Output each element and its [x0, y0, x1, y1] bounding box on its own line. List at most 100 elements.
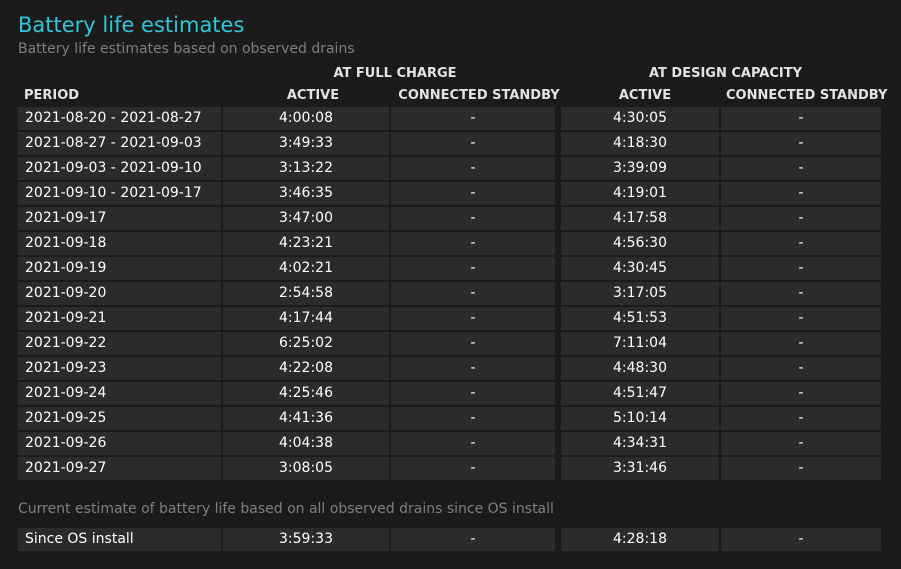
column-divider	[557, 307, 559, 330]
column-divider	[557, 257, 559, 280]
column-divider	[557, 132, 559, 155]
fc-active-cell: 3:49:33	[223, 132, 389, 155]
column-divider	[557, 432, 559, 455]
period-cell: 2021-09-26	[18, 432, 221, 455]
dc-standby-cell: -	[721, 182, 881, 205]
dc-active-cell: 7:11:04	[561, 332, 719, 355]
dc-standby-cell: -	[721, 282, 881, 305]
dc-standby-cell: -	[721, 307, 881, 330]
dc-standby-cell: -	[721, 528, 881, 551]
fc-active-cell: 3:59:33	[223, 528, 389, 551]
fc-standby-cell: -	[391, 207, 555, 230]
period-cell: 2021-09-21	[18, 307, 221, 330]
period-cell: 2021-09-03 - 2021-09-10	[18, 157, 221, 180]
fc-standby-cell: -	[391, 307, 555, 330]
fc-active-cell: 3:46:35	[223, 182, 389, 205]
table-row: 2021-08-27 - 2021-09-03 3:49:33-4:18:30-	[18, 132, 881, 155]
dc-active-cell: 3:39:09	[561, 157, 719, 180]
column-divider	[557, 528, 559, 551]
dc-standby-cell: -	[721, 207, 881, 230]
dc-active-cell: 4:51:53	[561, 307, 719, 330]
period-cell: 2021-08-20 - 2021-08-27	[18, 107, 221, 130]
table-row: 2021-09-24 4:25:46-4:51:47-	[18, 382, 881, 405]
table-row: 2021-09-10 - 2021-09-17 3:46:35-4:19:01-	[18, 182, 881, 205]
dc-standby-cell: -	[721, 257, 881, 280]
dc-standby-cell: -	[721, 232, 881, 255]
column-header-dc-active: ACTIVE	[618, 88, 672, 103]
column-divider	[557, 157, 559, 180]
dc-standby-cell: -	[721, 132, 881, 155]
since-os-install-row: Since OS install 3:59:33-4:28:18-	[18, 528, 881, 551]
column-header-fc-active: ACTIVE	[286, 88, 340, 103]
current-estimate-note: Current estimate of battery life based o…	[18, 501, 554, 517]
fc-standby-cell: -	[391, 332, 555, 355]
fc-active-cell: 4:23:21	[223, 232, 389, 255]
dc-active-cell: 4:17:58	[561, 207, 719, 230]
table-row: 2021-09-17 3:47:00-4:17:58-	[18, 207, 881, 230]
dc-standby-cell: -	[721, 357, 881, 380]
dc-standby-cell: -	[721, 457, 881, 480]
column-divider	[557, 407, 559, 430]
fc-standby-cell: -	[391, 457, 555, 480]
period-cell: 2021-09-19	[18, 257, 221, 280]
dc-active-cell: 4:34:31	[561, 432, 719, 455]
period-cell: 2021-08-27 - 2021-09-03	[18, 132, 221, 155]
dc-standby-cell: -	[721, 407, 881, 430]
fc-active-cell: 6:25:02	[223, 332, 389, 355]
fc-active-cell: 3:13:22	[223, 157, 389, 180]
column-divider	[557, 332, 559, 355]
table-row: 2021-09-25 4:41:36-5:10:14-	[18, 407, 881, 430]
fc-active-cell: 4:22:08	[223, 357, 389, 380]
period-cell: 2021-09-17	[18, 207, 221, 230]
column-header-fc-standby: CONNECTED STANDBY	[398, 88, 560, 103]
fc-standby-cell: -	[391, 132, 555, 155]
column-divider	[557, 282, 559, 305]
battery-estimates-table: 2021-08-20 - 2021-08-27 4:00:08-4:30:05-2…	[16, 105, 883, 482]
table-row: 2021-09-22 6:25:02-7:11:04-	[18, 332, 881, 355]
column-divider	[557, 457, 559, 480]
fc-standby-cell: -	[391, 107, 555, 130]
period-cell: 2021-09-24	[18, 382, 221, 405]
fc-standby-cell: -	[391, 157, 555, 180]
table-row: 2021-08-20 - 2021-08-27 4:00:08-4:30:05-	[18, 107, 881, 130]
dc-active-cell: 4:56:30	[561, 232, 719, 255]
fc-active-cell: 3:47:00	[223, 207, 389, 230]
column-divider	[557, 107, 559, 130]
table-row: 2021-09-03 - 2021-09-10 3:13:22-3:39:09-	[18, 157, 881, 180]
table-row: 2021-09-18 4:23:21-4:56:30-	[18, 232, 881, 255]
since-os-install-table: Since OS install 3:59:33-4:28:18-	[16, 526, 883, 553]
dc-active-cell: 3:31:46	[561, 457, 719, 480]
fc-active-cell: 4:00:08	[223, 107, 389, 130]
column-divider	[557, 232, 559, 255]
period-cell: 2021-09-20	[18, 282, 221, 305]
table-row: 2021-09-20 2:54:58-3:17:05-	[18, 282, 881, 305]
fc-active-cell: 4:25:46	[223, 382, 389, 405]
dc-active-cell: 4:48:30	[561, 357, 719, 380]
fc-active-cell: 4:41:36	[223, 407, 389, 430]
page-subtitle: Battery life estimates based on observed…	[18, 41, 355, 57]
period-cell: 2021-09-25	[18, 407, 221, 430]
table-row: 2021-09-21 4:17:44-4:51:53-	[18, 307, 881, 330]
fc-standby-cell: -	[391, 382, 555, 405]
fc-standby-cell: -	[391, 257, 555, 280]
column-header-dc-standby: CONNECTED STANDBY	[726, 88, 888, 103]
period-cell: 2021-09-18	[18, 232, 221, 255]
period-cell: 2021-09-10 - 2021-09-17	[18, 182, 221, 205]
table-row: 2021-09-19 4:02:21-4:30:45-	[18, 257, 881, 280]
fc-standby-cell: -	[391, 407, 555, 430]
table-row: 2021-09-23 4:22:08-4:48:30-	[18, 357, 881, 380]
table-row: 2021-09-26 4:04:38-4:34:31-	[18, 432, 881, 455]
fc-standby-cell: -	[391, 432, 555, 455]
page-title: Battery life estimates	[18, 13, 245, 37]
column-header-period: PERIOD	[24, 88, 80, 103]
fc-standby-cell: -	[391, 182, 555, 205]
table-row: 2021-09-27 3:08:05-3:31:46-	[18, 457, 881, 480]
dc-active-cell: 4:30:05	[561, 107, 719, 130]
dc-active-cell: 4:51:47	[561, 382, 719, 405]
fc-standby-cell: -	[391, 282, 555, 305]
fc-standby-cell: -	[391, 232, 555, 255]
dc-standby-cell: -	[721, 157, 881, 180]
dc-active-cell: 5:10:14	[561, 407, 719, 430]
fc-active-cell: 3:08:05	[223, 457, 389, 480]
dc-active-cell: 4:28:18	[561, 528, 719, 551]
